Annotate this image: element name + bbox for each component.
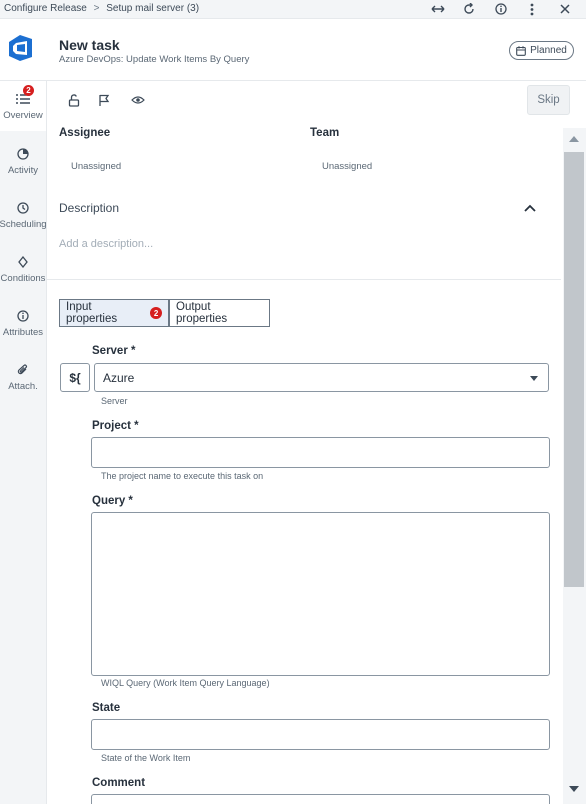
- project-input[interactable]: [91, 437, 550, 468]
- task-details-panel: Skip Assignee Unassigned Team Unassigned…: [47, 81, 586, 804]
- nav-label: Overview: [3, 110, 43, 121]
- server-label: Server *: [92, 345, 136, 357]
- clock-icon: [15, 200, 31, 216]
- assignee-label: Assignee: [59, 127, 111, 139]
- breadcrumb-item-release[interactable]: Configure Release: [4, 3, 87, 14]
- team-label: Team: [310, 127, 340, 139]
- team-value[interactable]: Unassigned: [322, 161, 372, 172]
- nav-item-activity[interactable]: Activity: [0, 136, 46, 186]
- breadcrumb-item-phase[interactable]: Setup mail server (3): [106, 3, 199, 14]
- left-nav: 2 Overview Activity Scheduling Condition…: [0, 81, 47, 804]
- server-helper: Server: [101, 396, 128, 406]
- resize-icon[interactable]: [428, 0, 448, 18]
- scrollbar[interactable]: [563, 128, 586, 804]
- nav-label: Conditions: [0, 273, 46, 284]
- tab-label: Input properties: [66, 301, 118, 325]
- status-label: Planned: [530, 45, 567, 56]
- nav-item-conditions[interactable]: Conditions: [0, 244, 46, 294]
- more-vert-icon[interactable]: [522, 0, 542, 18]
- breadcrumb: Configure Release > Setup mail server (3…: [4, 3, 199, 14]
- section-divider: [47, 279, 561, 280]
- list-icon: 2: [15, 85, 34, 107]
- info-icon[interactable]: [491, 0, 511, 18]
- task-title[interactable]: New task: [59, 37, 120, 53]
- refresh-icon[interactable]: [459, 0, 479, 18]
- nav-label: Scheduling: [0, 219, 47, 230]
- chevron-down-icon: [530, 376, 538, 381]
- nav-item-overview[interactable]: 2 Overview: [0, 81, 46, 131]
- nav-label: Attributes: [2, 327, 44, 338]
- skip-button[interactable]: Skip: [527, 85, 570, 115]
- tab-input-properties[interactable]: Input properties 2: [59, 299, 169, 327]
- flag-icon[interactable]: [95, 91, 113, 109]
- nav-label: Attach.: [8, 381, 38, 392]
- scroll-up-icon[interactable]: [569, 136, 579, 142]
- scrollbar-thumb[interactable]: [564, 152, 584, 587]
- paperclip-icon: [15, 362, 31, 378]
- close-icon[interactable]: [555, 0, 575, 18]
- breadcrumb-separator: >: [93, 3, 100, 14]
- tab-label: Output properties: [176, 301, 228, 325]
- input-properties-badge: 2: [150, 307, 162, 319]
- comment-label: Comment: [92, 777, 146, 789]
- task-type: Azure DevOps: Update Work Items By Query: [59, 54, 250, 65]
- diamond-icon: [15, 254, 31, 270]
- chevron-up-icon[interactable]: [521, 199, 539, 217]
- nav-item-attachments[interactable]: Attach.: [0, 352, 46, 402]
- task-header: New task Azure DevOps: Update Work Items…: [0, 19, 586, 81]
- server-select-value: Azure: [103, 371, 135, 385]
- query-textarea[interactable]: [91, 512, 550, 676]
- project-helper: The project name to execute this task on: [101, 471, 264, 481]
- server-select[interactable]: Azure: [94, 363, 549, 392]
- nav-item-scheduling[interactable]: Scheduling: [0, 190, 47, 240]
- pie-icon: [15, 146, 31, 162]
- query-label: Query *: [92, 495, 133, 507]
- description-input[interactable]: Add a description...: [59, 238, 153, 250]
- tab-output-properties[interactable]: Output properties: [169, 299, 270, 327]
- assignee-value[interactable]: Unassigned: [71, 161, 121, 172]
- lock-open-icon[interactable]: [65, 91, 83, 109]
- scroll-down-icon[interactable]: [569, 786, 579, 792]
- state-input[interactable]: [91, 719, 550, 750]
- project-label: Project *: [92, 420, 139, 432]
- query-helper: WIQL Query (Work Item Query Language): [101, 678, 270, 688]
- variable-toggle-button[interactable]: ${: [60, 363, 90, 392]
- info-icon: [15, 308, 31, 324]
- overview-badge: 2: [23, 85, 34, 96]
- azure-devops-logo: [5, 33, 35, 63]
- watch-eye-icon[interactable]: [129, 91, 147, 109]
- window-topbar: Configure Release > Setup mail server (3…: [0, 0, 586, 19]
- state-helper: State of the Work Item: [101, 753, 191, 763]
- state-label: State: [92, 702, 121, 714]
- description-label: Description: [59, 201, 120, 215]
- comment-input[interactable]: [91, 794, 550, 804]
- status-badge: Planned: [509, 41, 574, 60]
- nav-label: Activity: [7, 165, 39, 176]
- calendar-icon: [516, 45, 526, 56]
- nav-item-attributes[interactable]: Attributes: [0, 298, 46, 348]
